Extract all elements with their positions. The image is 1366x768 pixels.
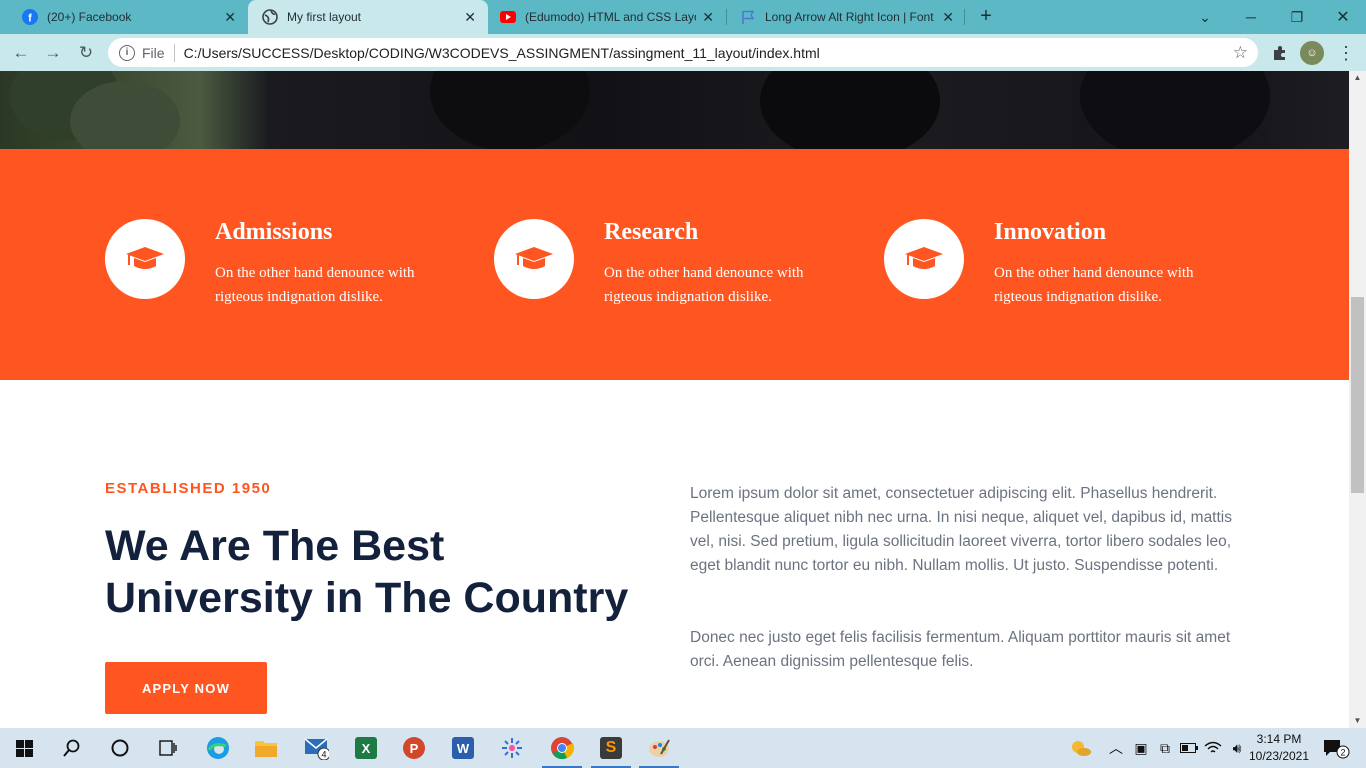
hero-figure (760, 71, 940, 161)
tab-title: (20+) Facebook (47, 10, 132, 24)
edge-icon[interactable] (194, 728, 242, 768)
cortana-icon[interactable] (96, 728, 144, 768)
search-icon[interactable] (48, 728, 96, 768)
page-headline: We Are The Best University in The Countr… (105, 520, 665, 624)
tab-edumodo[interactable]: (Edumodo) HTML and CSS Layou ✕ (486, 0, 726, 34)
tab-font-awesome[interactable]: Long Arrow Alt Right Icon | Font ✕ (726, 0, 966, 34)
tab-separator (964, 9, 965, 25)
scroll-up-arrow-icon[interactable]: ▲ (1349, 71, 1366, 85)
about-section: ESTABLISHED 1950 We Are The Best Univers… (0, 380, 1349, 728)
volume-icon[interactable]: 🔊︎ (1226, 728, 1248, 768)
page-scrollbar[interactable]: ▲ ▼ (1349, 71, 1366, 728)
forward-arrow-icon[interactable]: → (40, 40, 66, 66)
minimize-button[interactable]: ─ (1228, 0, 1274, 34)
tab-title: My first layout (287, 10, 362, 24)
windows-taskbar: 4 X P W S ︿ ▣ ⧉ 🔊︎ 3:14 PM 10/23/2021 2 (0, 728, 1366, 768)
apply-now-button[interactable]: APPLY NOW (105, 662, 267, 714)
restore-button[interactable]: ❐ (1274, 0, 1320, 34)
feature-title: Research (604, 219, 699, 245)
facebook-icon: f (22, 9, 38, 25)
reload-icon[interactable]: ↻ (73, 40, 99, 66)
sublime-text-icon[interactable]: S (587, 728, 635, 768)
bookmark-star-icon[interactable]: ☆ (1233, 43, 1248, 63)
info-icon[interactable]: i (119, 44, 135, 61)
extensions-puzzle-icon[interactable] (1268, 41, 1292, 65)
headline-line: We Are The Best (105, 522, 445, 570)
excel-icon[interactable]: X (342, 728, 390, 768)
powerpoint-icon[interactable]: P (390, 728, 438, 768)
tab-search-icon[interactable]: ⌄ (1182, 0, 1228, 34)
chevron-up-icon[interactable]: ︿ (1106, 728, 1126, 768)
flag-icon (740, 9, 756, 25)
address-bar[interactable]: i File C:/Users/SUCCESS/Desktop/CODING/W… (108, 38, 1258, 67)
browser-tab-strip: f (20+) Facebook ✕ My first layout ✕ (Ed… (0, 0, 1366, 34)
close-window-button[interactable]: ✕ (1320, 0, 1366, 34)
headline-line: University in The Country (105, 574, 629, 622)
windows-start-icon[interactable] (0, 728, 48, 768)
hero-figure (430, 71, 590, 151)
feature-title: Innovation (994, 219, 1107, 245)
close-icon[interactable]: ✕ (464, 9, 476, 26)
notification-center-icon[interactable]: 2 (1318, 728, 1354, 768)
meet-now-icon[interactable]: ▣ (1130, 728, 1152, 768)
snipping-tool-icon[interactable] (488, 728, 536, 768)
back-arrow-icon[interactable]: ← (8, 40, 34, 66)
about-paragraph: Donec nec justo eget felis facilisis fer… (690, 629, 1231, 670)
scheme-label: File (142, 44, 165, 61)
word-icon[interactable]: W (439, 728, 487, 768)
svg-text:f: f (28, 13, 32, 25)
feature-title: Admissions (215, 219, 333, 245)
tab-title: Long Arrow Alt Right Icon | Font (765, 10, 934, 24)
hero-image (0, 71, 1349, 161)
profile-avatar[interactable]: ☺ (1300, 41, 1324, 65)
task-view-icon[interactable] (144, 728, 192, 768)
scrollbar-thumb[interactable] (1351, 297, 1364, 493)
paint-icon[interactable] (635, 728, 683, 768)
feature-text: On the other hand denounce with rigteous… (994, 265, 1194, 305)
menu-kebab-icon[interactable]: ⋮ (1334, 41, 1358, 65)
feature-admissions: Admissions On the other hand denounce wi… (105, 219, 465, 319)
system-clock[interactable]: 3:14 PM 10/23/2021 (1248, 731, 1310, 765)
close-icon[interactable]: ✕ (702, 9, 714, 26)
feature-text: On the other hand denounce with rigteous… (215, 265, 415, 305)
about-paragraph: Lorem ipsum dolor sit amet, consectetuer… (690, 485, 1232, 574)
file-explorer-icon[interactable] (242, 728, 290, 768)
close-icon[interactable]: ✕ (942, 9, 954, 26)
new-tab-button[interactable]: + (975, 6, 997, 28)
features-band: Admissions On the other hand denounce wi… (0, 149, 1349, 380)
tab-title: (Edumodo) HTML and CSS Layou (525, 10, 697, 24)
globe-icon (262, 9, 278, 25)
divider (173, 43, 175, 62)
tab-facebook[interactable]: f (20+) Facebook ✕ (8, 0, 248, 34)
weather-icon[interactable] (1068, 728, 1094, 768)
hero-figure (1080, 71, 1270, 161)
clock-date: 10/23/2021 (1248, 749, 1310, 763)
page-viewport: Admissions On the other hand denounce wi… (0, 71, 1349, 728)
battery-icon[interactable] (1178, 728, 1200, 768)
mail-badge-count: 4 (321, 750, 326, 760)
wifi-icon[interactable] (1202, 728, 1224, 768)
url-text[interactable]: C:/Users/SUCCESS/Desktop/CODING/W3CODEVS… (184, 45, 1233, 61)
browser-toolbar: ← → ↻ i File C:/Users/SUCCESS/Desktop/CO… (0, 34, 1366, 71)
mail-icon[interactable]: 4 (292, 728, 340, 768)
notification-count: 2 (1340, 748, 1345, 758)
scroll-down-arrow-icon[interactable]: ▼ (1349, 714, 1366, 728)
tab-my-first-layout[interactable]: My first layout ✕ (248, 0, 488, 34)
clock-time: 3:14 PM (1256, 732, 1302, 746)
network-share-icon[interactable]: ⧉ (1154, 728, 1176, 768)
chrome-icon[interactable] (538, 728, 586, 768)
graduation-cap-icon (884, 219, 964, 299)
feature-research: Research On the other hand denounce with… (494, 219, 854, 319)
graduation-cap-icon (494, 219, 574, 299)
close-icon[interactable]: ✕ (224, 9, 236, 26)
established-label: ESTABLISHED 1950 (105, 480, 272, 497)
youtube-icon (500, 9, 516, 25)
feature-text: On the other hand denounce with rigteous… (604, 265, 804, 305)
feature-innovation: Innovation On the other hand denounce wi… (884, 219, 1244, 319)
graduation-cap-icon (105, 219, 185, 299)
